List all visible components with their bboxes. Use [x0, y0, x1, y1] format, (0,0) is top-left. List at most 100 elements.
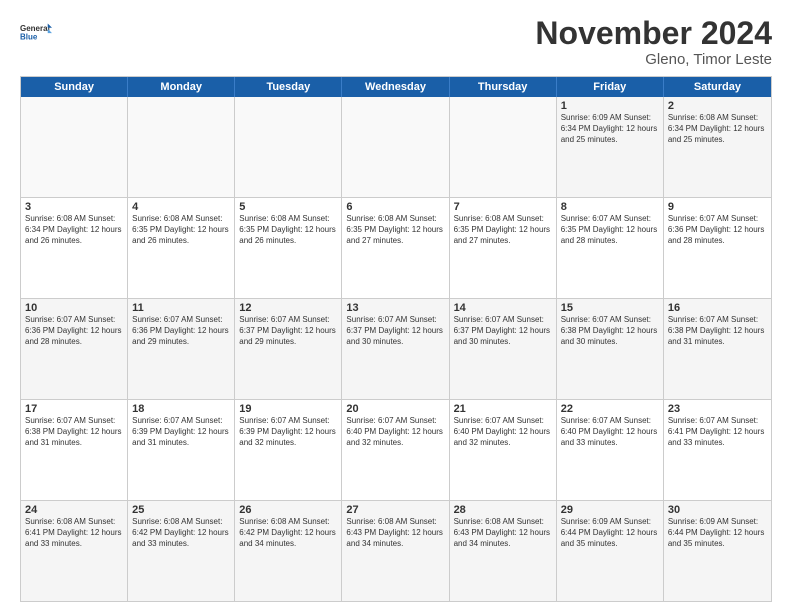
cell-info: Sunrise: 6:08 AM Sunset: 6:34 PM Dayligh… [25, 214, 123, 246]
cal-cell: 26Sunrise: 6:08 AM Sunset: 6:42 PM Dayli… [235, 501, 342, 601]
day-number: 8 [561, 201, 659, 213]
cell-info: Sunrise: 6:07 AM Sunset: 6:40 PM Dayligh… [454, 416, 552, 448]
cal-cell [128, 97, 235, 197]
cal-cell: 2Sunrise: 6:08 AM Sunset: 6:34 PM Daylig… [664, 97, 771, 197]
day-number: 28 [454, 504, 552, 516]
day-number: 5 [239, 201, 337, 213]
cell-info: Sunrise: 6:07 AM Sunset: 6:36 PM Dayligh… [668, 214, 767, 246]
cell-info: Sunrise: 6:07 AM Sunset: 6:40 PM Dayligh… [346, 416, 444, 448]
day-number: 14 [454, 302, 552, 314]
cell-info: Sunrise: 6:07 AM Sunset: 6:36 PM Dayligh… [132, 315, 230, 347]
cal-cell: 25Sunrise: 6:08 AM Sunset: 6:42 PM Dayli… [128, 501, 235, 601]
cal-cell: 30Sunrise: 6:09 AM Sunset: 6:44 PM Dayli… [664, 501, 771, 601]
day-number: 2 [668, 100, 767, 112]
day-number: 15 [561, 302, 659, 314]
cell-info: Sunrise: 6:08 AM Sunset: 6:35 PM Dayligh… [346, 214, 444, 246]
calendar-body: 1Sunrise: 6:09 AM Sunset: 6:34 PM Daylig… [21, 97, 771, 601]
cal-cell [450, 97, 557, 197]
header-day-wednesday: Wednesday [342, 77, 449, 97]
day-number: 3 [25, 201, 123, 213]
cell-info: Sunrise: 6:07 AM Sunset: 6:39 PM Dayligh… [132, 416, 230, 448]
cal-cell [342, 97, 449, 197]
calendar-header: SundayMondayTuesdayWednesdayThursdayFrid… [21, 77, 771, 97]
cell-info: Sunrise: 6:07 AM Sunset: 6:38 PM Dayligh… [561, 315, 659, 347]
day-number: 4 [132, 201, 230, 213]
title-block: November 2024 Gleno, Timor Leste [535, 16, 772, 68]
day-number: 11 [132, 302, 230, 314]
day-number: 24 [25, 504, 123, 516]
cal-cell: 22Sunrise: 6:07 AM Sunset: 6:40 PM Dayli… [557, 400, 664, 500]
cal-cell: 18Sunrise: 6:07 AM Sunset: 6:39 PM Dayli… [128, 400, 235, 500]
svg-text:General: General [20, 24, 50, 33]
cell-info: Sunrise: 6:07 AM Sunset: 6:40 PM Dayligh… [561, 416, 659, 448]
cell-info: Sunrise: 6:08 AM Sunset: 6:43 PM Dayligh… [454, 517, 552, 549]
calendar: SundayMondayTuesdayWednesdayThursdayFrid… [20, 76, 772, 602]
cal-cell: 3Sunrise: 6:08 AM Sunset: 6:34 PM Daylig… [21, 198, 128, 298]
cal-cell: 13Sunrise: 6:07 AM Sunset: 6:37 PM Dayli… [342, 299, 449, 399]
cal-cell: 12Sunrise: 6:07 AM Sunset: 6:37 PM Dayli… [235, 299, 342, 399]
cell-info: Sunrise: 6:08 AM Sunset: 6:41 PM Dayligh… [25, 517, 123, 549]
cal-cell: 6Sunrise: 6:08 AM Sunset: 6:35 PM Daylig… [342, 198, 449, 298]
header-day-saturday: Saturday [664, 77, 771, 97]
cal-cell: 29Sunrise: 6:09 AM Sunset: 6:44 PM Dayli… [557, 501, 664, 601]
day-number: 10 [25, 302, 123, 314]
cal-cell: 1Sunrise: 6:09 AM Sunset: 6:34 PM Daylig… [557, 97, 664, 197]
cell-info: Sunrise: 6:09 AM Sunset: 6:44 PM Dayligh… [668, 517, 767, 549]
cell-info: Sunrise: 6:08 AM Sunset: 6:35 PM Dayligh… [239, 214, 337, 246]
day-number: 7 [454, 201, 552, 213]
day-number: 25 [132, 504, 230, 516]
cal-cell: 8Sunrise: 6:07 AM Sunset: 6:35 PM Daylig… [557, 198, 664, 298]
cell-info: Sunrise: 6:09 AM Sunset: 6:44 PM Dayligh… [561, 517, 659, 549]
svg-text:Blue: Blue [20, 32, 38, 41]
cal-cell: 5Sunrise: 6:08 AM Sunset: 6:35 PM Daylig… [235, 198, 342, 298]
cell-info: Sunrise: 6:08 AM Sunset: 6:43 PM Dayligh… [346, 517, 444, 549]
cell-info: Sunrise: 6:08 AM Sunset: 6:34 PM Dayligh… [668, 113, 767, 145]
cell-info: Sunrise: 6:07 AM Sunset: 6:36 PM Dayligh… [25, 315, 123, 347]
cal-cell: 7Sunrise: 6:08 AM Sunset: 6:35 PM Daylig… [450, 198, 557, 298]
day-number: 23 [668, 403, 767, 415]
cell-info: Sunrise: 6:07 AM Sunset: 6:38 PM Dayligh… [25, 416, 123, 448]
cal-cell: 24Sunrise: 6:08 AM Sunset: 6:41 PM Dayli… [21, 501, 128, 601]
cal-cell: 11Sunrise: 6:07 AM Sunset: 6:36 PM Dayli… [128, 299, 235, 399]
day-number: 18 [132, 403, 230, 415]
header-day-tuesday: Tuesday [235, 77, 342, 97]
cell-info: Sunrise: 6:08 AM Sunset: 6:35 PM Dayligh… [454, 214, 552, 246]
cell-info: Sunrise: 6:07 AM Sunset: 6:37 PM Dayligh… [346, 315, 444, 347]
cal-cell: 28Sunrise: 6:08 AM Sunset: 6:43 PM Dayli… [450, 501, 557, 601]
cal-cell: 19Sunrise: 6:07 AM Sunset: 6:39 PM Dayli… [235, 400, 342, 500]
page: General Blue November 2024 Gleno, Timor … [0, 0, 792, 612]
day-number: 13 [346, 302, 444, 314]
subtitle: Gleno, Timor Leste [535, 51, 772, 68]
header-day-friday: Friday [557, 77, 664, 97]
cell-info: Sunrise: 6:07 AM Sunset: 6:37 PM Dayligh… [454, 315, 552, 347]
day-number: 1 [561, 100, 659, 112]
day-number: 21 [454, 403, 552, 415]
day-number: 6 [346, 201, 444, 213]
logo-svg: General Blue [20, 16, 52, 48]
cell-info: Sunrise: 6:07 AM Sunset: 6:37 PM Dayligh… [239, 315, 337, 347]
day-number: 9 [668, 201, 767, 213]
cell-info: Sunrise: 6:08 AM Sunset: 6:35 PM Dayligh… [132, 214, 230, 246]
cal-cell: 21Sunrise: 6:07 AM Sunset: 6:40 PM Dayli… [450, 400, 557, 500]
logo: General Blue [20, 16, 52, 48]
day-number: 19 [239, 403, 337, 415]
day-number: 12 [239, 302, 337, 314]
header: General Blue November 2024 Gleno, Timor … [20, 16, 772, 68]
cal-cell: 27Sunrise: 6:08 AM Sunset: 6:43 PM Dayli… [342, 501, 449, 601]
day-number: 22 [561, 403, 659, 415]
week-row-1: 3Sunrise: 6:08 AM Sunset: 6:34 PM Daylig… [21, 198, 771, 299]
header-day-thursday: Thursday [450, 77, 557, 97]
cell-info: Sunrise: 6:07 AM Sunset: 6:39 PM Dayligh… [239, 416, 337, 448]
cal-cell [235, 97, 342, 197]
day-number: 27 [346, 504, 444, 516]
cal-cell [21, 97, 128, 197]
cal-cell: 23Sunrise: 6:07 AM Sunset: 6:41 PM Dayli… [664, 400, 771, 500]
header-day-monday: Monday [128, 77, 235, 97]
cell-info: Sunrise: 6:09 AM Sunset: 6:34 PM Dayligh… [561, 113, 659, 145]
cal-cell: 20Sunrise: 6:07 AM Sunset: 6:40 PM Dayli… [342, 400, 449, 500]
day-number: 30 [668, 504, 767, 516]
cell-info: Sunrise: 6:07 AM Sunset: 6:35 PM Dayligh… [561, 214, 659, 246]
month-title: November 2024 [535, 16, 772, 51]
day-number: 29 [561, 504, 659, 516]
cal-cell: 10Sunrise: 6:07 AM Sunset: 6:36 PM Dayli… [21, 299, 128, 399]
